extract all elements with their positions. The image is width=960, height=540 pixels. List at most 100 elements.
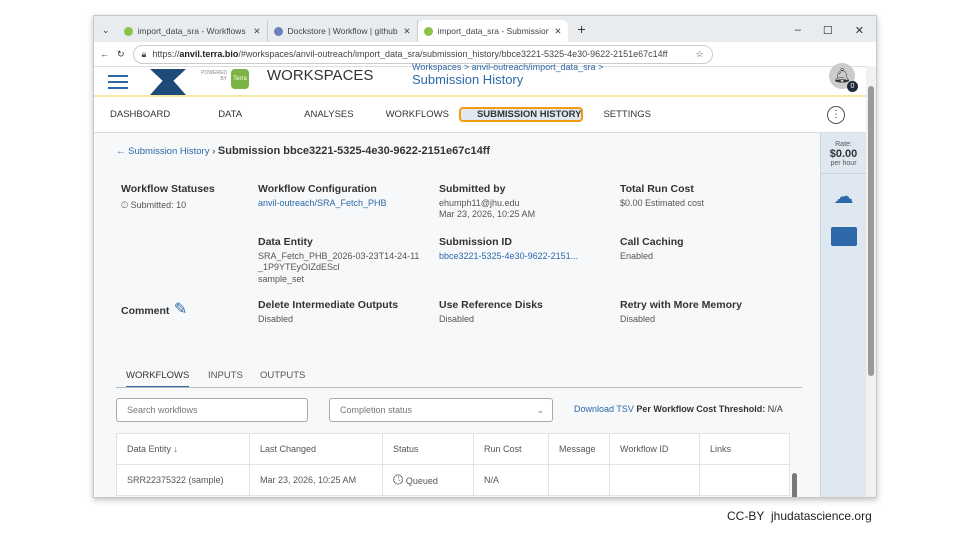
col-status[interactable]: Status: [382, 433, 474, 465]
search-workflows-input[interactable]: Search workflows: [116, 398, 308, 422]
submission-id-link[interactable]: bbce3221-5325-4e30-9622-2151...: [439, 251, 578, 262]
delete-outputs-label: Delete Intermediate Outputs: [258, 299, 399, 311]
subtab-outputs[interactable]: OUTPUTS: [260, 370, 305, 381]
cell-last-changed: Mar 23, 2026, 10:25 AM: [249, 464, 383, 496]
threshold-label: Per Workflow Cost Threshold:: [636, 404, 766, 414]
close-icon[interactable]: ✕: [403, 26, 410, 37]
table-scrollbar[interactable]: [792, 473, 797, 497]
url-field[interactable]: 🔒︎ https://anvil.terra.bio/#workspaces/an…: [132, 44, 713, 64]
back-arrow-icon[interactable]: ←: [116, 146, 126, 157]
sort-down-icon: ↓: [173, 444, 179, 454]
completion-status-select[interactable]: Completion status ⌄: [329, 398, 553, 422]
submitter-email: ehumph11@jhu.edu: [439, 198, 520, 208]
data-entity-value: SRA_Fetch_PHB_2026-03-23T14-24-11_1P9YTE…: [258, 251, 420, 273]
call-caching-label: Call Caching: [620, 236, 684, 248]
tab-title: import_data_sra - Submission Deta: [437, 26, 550, 36]
terra-favicon-icon: [123, 26, 133, 36]
terra-favicon-icon: [423, 26, 433, 36]
minimize-icon[interactable]: –: [795, 24, 801, 37]
url-prefix: https://: [152, 49, 180, 59]
status-text: Queued: [405, 476, 438, 486]
total-cost-label: Total Run Cost: [620, 183, 694, 195]
workspace-nav: DASHBOARD DATA ANALYSES WORKFLOWS SUBMIS…: [94, 97, 876, 133]
reference-disks-label: Use Reference Disks: [439, 299, 543, 311]
config-link[interactable]: anvil-outreach/SRA_Fetch_PHB: [258, 198, 387, 209]
tab-analyses[interactable]: ANALYSES: [288, 109, 353, 120]
page-scrollbar[interactable]: [866, 66, 876, 497]
subtab-workflows[interactable]: WORKFLOWS: [126, 370, 190, 388]
comment-label: Comment: [121, 305, 170, 317]
app-header: POWERED BY Terra WORKSPACES Workspaces >…: [94, 62, 876, 97]
site-info-icon[interactable]: 🔒︎: [142, 49, 147, 60]
table-row: SRR22375322 (sample) Mar 23, 2026, 10:25…: [116, 464, 790, 496]
table-header-row: Data Entity ↓ Last Changed Status Run Co…: [116, 433, 790, 465]
anvil-logo-icon[interactable]: [150, 69, 186, 95]
maximize-icon[interactable]: ☐: [823, 24, 833, 37]
tab-title: import_data_sra - Workflows: [137, 26, 246, 36]
tab-submission-history[interactable]: SUBMISSION HISTORY: [458, 107, 584, 122]
browser-tab[interactable]: import_data_sra - Workflows ✕: [118, 20, 268, 42]
cell-run-cost: N/A: [473, 464, 549, 496]
cell-message: [548, 464, 610, 496]
reload-icon[interactable]: ↻: [117, 49, 125, 60]
divider: [116, 387, 802, 388]
submission-history-link[interactable]: Submission History: [128, 146, 209, 157]
config-label: Workflow Configuration: [258, 183, 377, 195]
close-icon[interactable]: ✕: [253, 26, 260, 37]
menu-icon[interactable]: [108, 71, 128, 89]
cell-status: 🕓︎ Queued: [382, 464, 474, 496]
tab-data[interactable]: DATA: [202, 109, 242, 120]
header-breadcrumb[interactable]: Workspaces > anvil-outreach/import_data_…: [412, 62, 603, 72]
col-run-cost[interactable]: Run Cost: [473, 433, 549, 465]
app-title: WORKSPACES: [267, 67, 374, 84]
submitted-date: Mar 23, 2026, 10:25 AM: [439, 209, 536, 220]
chevron-down-icon: ⌄: [536, 405, 544, 415]
folder-icon[interactable]: [830, 227, 857, 246]
tab-bar: ⌄ import_data_sra - Workflows ✕ Dockstore…: [94, 16, 876, 42]
close-window-icon[interactable]: ✕: [855, 24, 864, 37]
reference-disks-value: Disabled: [439, 314, 475, 324]
dockstore-favicon-icon: [273, 26, 283, 36]
browser-tab-active[interactable]: import_data_sra - Submission Deta ✕: [417, 20, 568, 42]
cloud-environment-icon[interactable]: ☁︎: [821, 184, 866, 209]
col-last-changed[interactable]: Last Changed: [249, 433, 383, 465]
call-caching-value: Enabled: [620, 251, 654, 261]
total-cost-value: $0.00 Estimated cost: [620, 198, 705, 208]
tab-list-icon[interactable]: ⌄: [94, 25, 118, 42]
threshold-value: N/A: [767, 404, 783, 414]
tab-settings[interactable]: SETTINGS: [603, 109, 651, 120]
clock-icon: 🕓︎: [393, 472, 404, 487]
terra-logo: Terra: [231, 69, 249, 89]
close-icon[interactable]: ✕: [554, 26, 561, 37]
new-tab-icon[interactable]: +: [568, 21, 596, 42]
col-data-entity[interactable]: Data Entity ↓: [116, 433, 250, 465]
retry-memory-label: Retry with More Memory: [620, 299, 742, 311]
footer-credit: CC-BY jhudatascience.org: [727, 509, 872, 523]
col-workflow-id[interactable]: Workflow ID: [609, 433, 700, 465]
cell-data-entity: SRR22375322 (sample): [116, 464, 250, 496]
submission-title: Submission bbce3221-5325-4e30-9622-2151e…: [217, 145, 491, 157]
data-entity-type: sample_set: [258, 273, 305, 284]
bookmark-star-icon[interactable]: ☆: [695, 49, 703, 60]
clock-icon: 🕓︎: [121, 200, 129, 210]
download-tsv-link[interactable]: Download TSV: [574, 404, 634, 414]
subtab-inputs[interactable]: INPUTS: [208, 370, 243, 381]
statuses-label: Workflow Statuses: [121, 183, 215, 195]
tab-workflows[interactable]: WORKFLOWS: [386, 109, 449, 120]
tab-dashboard[interactable]: DASHBOARD: [94, 109, 170, 120]
header-page-title: Submission History: [412, 72, 524, 87]
col-links[interactable]: Links: [699, 433, 790, 465]
info-icon[interactable]: ⋮: [827, 105, 845, 124]
edit-pencil-icon[interactable]: ✎: [174, 301, 187, 318]
data-entity-label: Data Entity: [258, 236, 313, 248]
license-text: CC-BY: [727, 509, 765, 523]
notifications-bell-icon[interactable]: 🔔︎ 0: [829, 63, 858, 92]
retry-memory-value: Disabled: [620, 314, 656, 324]
col-message[interactable]: Message: [548, 433, 610, 465]
header-label: Data Entity: [127, 444, 172, 454]
back-icon[interactable]: ←: [100, 49, 109, 59]
cost-rate: Rate: $0.00 per hour: [821, 133, 866, 174]
browser-tab[interactable]: Dockstore | Workflow | github.com ✕: [268, 20, 418, 42]
status-select-value: Completion status: [340, 405, 413, 415]
submission-id-label: Submission ID: [439, 236, 512, 248]
